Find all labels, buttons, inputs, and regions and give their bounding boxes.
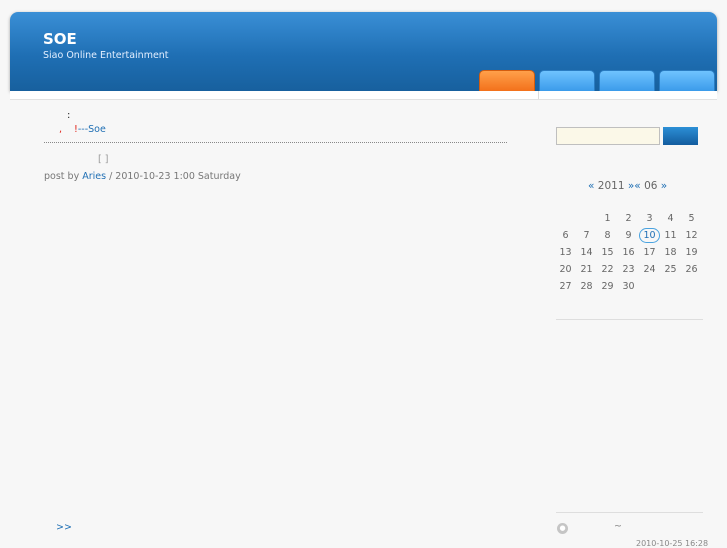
post-comma: ,: [59, 124, 63, 135]
calendar-day[interactable]: 14: [576, 245, 597, 260]
calendar-day: [639, 279, 660, 294]
sidebar-divider-2: [556, 512, 703, 513]
calendar-day[interactable]: 30: [618, 279, 639, 294]
calendar-day[interactable]: 25: [660, 262, 681, 277]
calendar-day[interactable]: 3: [639, 211, 660, 226]
calendar-day[interactable]: 2: [618, 211, 639, 226]
post-title: :: [67, 110, 71, 121]
calendar-day[interactable]: 16: [618, 245, 639, 260]
calendar-day[interactable]: 20: [555, 262, 576, 277]
calendar-year: 2011: [597, 180, 625, 192]
calendar-day: [555, 211, 576, 226]
calendar-day: [660, 279, 681, 294]
comment-icon: ●: [557, 523, 568, 534]
calendar-day[interactable]: 15: [597, 245, 618, 260]
calendar-next-prev[interactable]: »«: [628, 180, 641, 192]
post-meta: post by Aries / 2010-10-23 1:00 Saturday: [44, 171, 241, 182]
post-body: , !---Soe: [59, 124, 106, 135]
calendar-day[interactable]: 6: [555, 228, 576, 243]
calendar-day[interactable]: 13: [555, 245, 576, 260]
search-button[interactable]: [663, 127, 698, 145]
post-divider: [44, 142, 507, 143]
calendar-day[interactable]: 10: [639, 228, 660, 243]
site-title[interactable]: SOE: [43, 30, 77, 48]
nav-tab-3[interactable]: [599, 70, 655, 91]
post-meta-prefix: post by: [44, 171, 83, 182]
calendar-day: [681, 279, 702, 294]
calendar-day[interactable]: 4: [660, 211, 681, 226]
calendar-day[interactable]: 29: [597, 279, 618, 294]
calendar-grid: 1 2 3 4 5 6 7 8 9 10 11 12 13 14 15 16 17 18 19 20 21 22 23 24 2…: [555, 211, 702, 294]
column-divider: [538, 91, 539, 99]
calendar-day[interactable]: 28: [576, 279, 597, 294]
nav-tab-2[interactable]: [539, 70, 595, 91]
post-meta-date: / 2010-10-23 1:00 Saturday: [106, 171, 241, 182]
calendar-day[interactable]: 23: [618, 262, 639, 277]
search-input[interactable]: [556, 127, 660, 145]
calendar-day[interactable]: 11: [660, 228, 681, 243]
calendar-day[interactable]: 9: [618, 228, 639, 243]
more-link[interactable]: >>: [56, 522, 72, 533]
nav-tab-4[interactable]: [659, 70, 715, 91]
calendar-day: [576, 211, 597, 226]
calendar-day[interactable]: 27: [555, 279, 576, 294]
post-signature[interactable]: ---Soe: [78, 124, 106, 135]
site-subtitle: Siao Online Entertainment: [43, 50, 169, 61]
calendar-day[interactable]: 7: [576, 228, 597, 243]
calendar-day[interactable]: 21: [576, 262, 597, 277]
calendar-day[interactable]: 5: [681, 211, 702, 226]
calendar-day[interactable]: 8: [597, 228, 618, 243]
nav-tab-home[interactable]: [479, 70, 535, 91]
recent-comment-time: 2010-10-25 16:28: [636, 539, 709, 548]
calendar-month: 06: [644, 180, 658, 192]
calendar-day[interactable]: 1: [597, 211, 618, 226]
calendar-day[interactable]: 17: [639, 245, 660, 260]
calendar-day[interactable]: 26: [681, 262, 702, 277]
post-author-link[interactable]: Aries: [82, 171, 106, 182]
calendar-day[interactable]: 22: [597, 262, 618, 277]
calendar-day[interactable]: 24: [639, 262, 660, 277]
calendar-prev-year[interactable]: «: [588, 180, 594, 192]
recent-comment-text[interactable]: ~: [614, 521, 622, 532]
calendar-next-month[interactable]: »: [661, 180, 667, 192]
post-tags[interactable]: [ ]: [98, 154, 108, 165]
calendar-day[interactable]: 18: [660, 245, 681, 260]
site-header: SOE Siao Online Entertainment: [10, 12, 717, 91]
sidebar-divider: [556, 319, 703, 320]
calendar-day[interactable]: 12: [681, 228, 702, 243]
calendar-nav: « 2011 »« 06 »: [588, 180, 667, 192]
calendar-day[interactable]: 19: [681, 245, 702, 260]
header-bar: [10, 91, 717, 100]
